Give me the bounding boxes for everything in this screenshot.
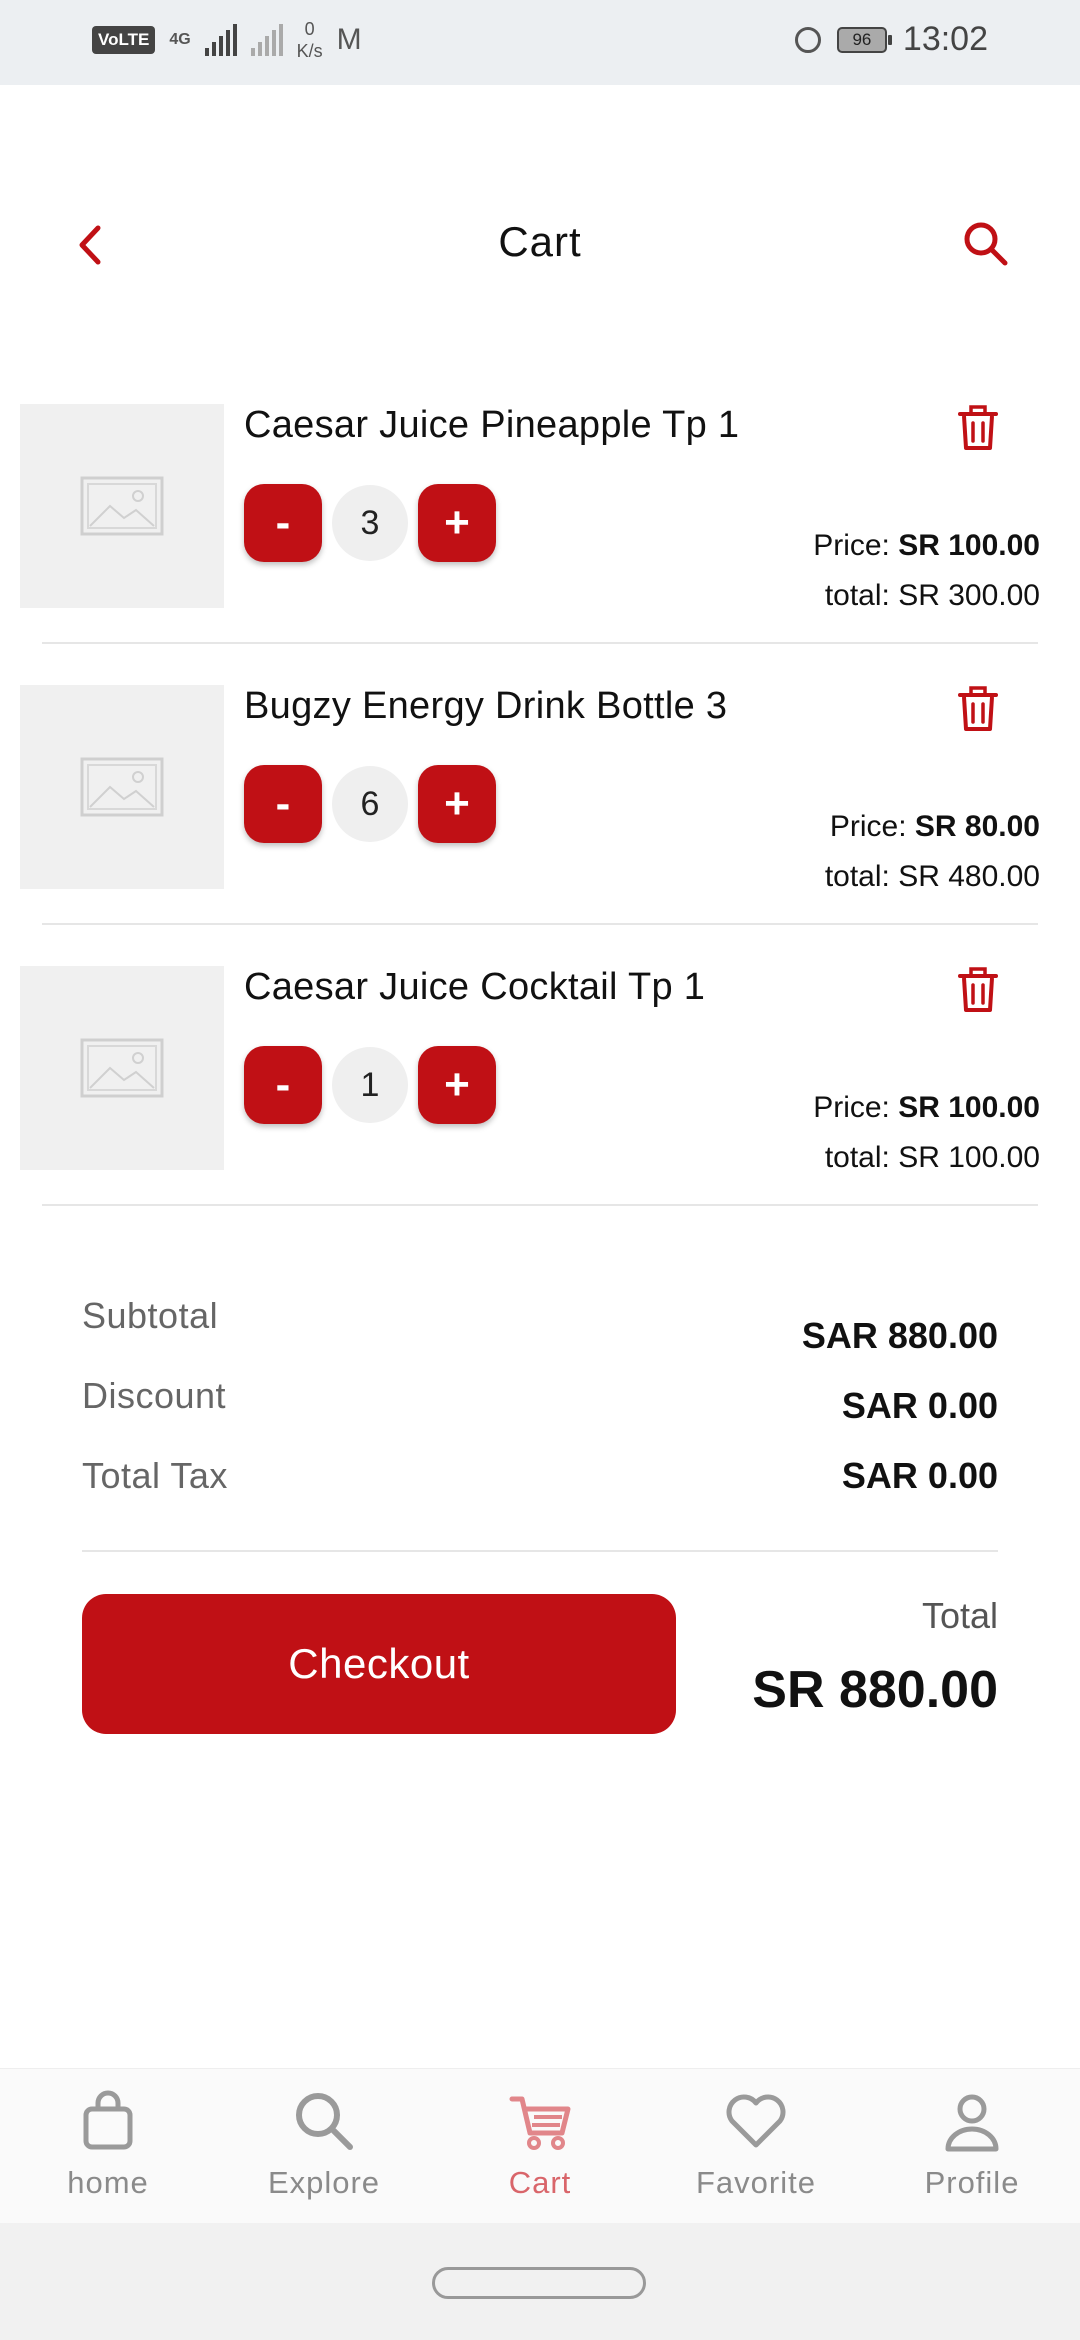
summary-divider — [82, 1550, 998, 1552]
decrease-qty-button[interactable]: - — [244, 484, 322, 562]
trash-icon[interactable] — [956, 966, 1000, 1014]
qty-value: 1 — [332, 1047, 408, 1123]
grand-total-value: SR 880.00 — [752, 1661, 998, 1719]
product-name: Caesar Juice Pineapple Tp 1 — [244, 404, 740, 446]
total-label: total: — [824, 860, 890, 893]
line-total-row: total: SR 480.00 — [825, 860, 1040, 894]
cart-icon — [509, 2096, 571, 2150]
bottom-nav: home Explore Cart Favorite Profile — [0, 2068, 1080, 2224]
price-label: Price: — [813, 529, 890, 562]
cart-item: Caesar Juice Pineapple Tp 1 - 3 + Price:… — [20, 404, 1040, 634]
price-row: Price: SR 100.00 — [813, 1091, 1040, 1125]
increase-qty-button[interactable]: + — [418, 1046, 496, 1124]
status-time: 13:02 — [902, 20, 988, 58]
decrease-qty-button[interactable]: - — [244, 765, 322, 843]
nav-label-cart: Cart — [508, 2165, 572, 2200]
image-placeholder-icon — [80, 476, 164, 536]
image-placeholder-icon — [80, 757, 164, 817]
subtotal-label: Subtotal — [82, 1295, 219, 1336]
speed-unit: K/s — [296, 41, 323, 61]
cart-item: Caesar Juice Cocktail Tp 1 - 1 + Price: … — [20, 966, 1040, 1196]
trash-icon[interactable] — [956, 685, 1000, 733]
nav-explore[interactable]: Explore — [216, 2069, 432, 2224]
quantity-stepper: - 6 + — [244, 765, 496, 843]
tax-label: Total Tax — [82, 1455, 228, 1496]
divider — [42, 923, 1038, 925]
signal-icon — [204, 24, 237, 56]
status-bar: VoLTE 4G 0 K/s M 96 13:02 — [0, 0, 1080, 85]
total-value: SR 100.00 — [898, 1141, 1040, 1174]
nav-label-profile: Profile — [924, 2165, 1020, 2200]
battery-icon: 96 — [836, 26, 892, 53]
price-value: SR 100.00 — [898, 1091, 1040, 1124]
bag-icon — [83, 2090, 133, 2150]
system-gesture-bar — [0, 2223, 1080, 2340]
status-right: 96 13:02 — [794, 20, 988, 59]
price-label: Price: — [829, 810, 907, 843]
volte-badge: VoLTE — [92, 26, 156, 54]
line-total-row: total: SR 100.00 — [825, 1141, 1040, 1175]
total-value: SR 480.00 — [898, 860, 1040, 893]
nav-home[interactable]: home — [0, 2069, 216, 2224]
total-value: SR 300.00 — [898, 579, 1040, 612]
product-image-placeholder — [20, 404, 224, 608]
line-total-row: total: SR 300.00 — [825, 579, 1040, 613]
subtotal-value: SAR 880.00 — [801, 1315, 998, 1356]
discount-value: SAR 0.00 — [841, 1385, 998, 1426]
signal-2-icon — [250, 24, 283, 56]
alarm-icon — [794, 26, 821, 53]
decrease-qty-button[interactable]: - — [244, 1046, 322, 1124]
qty-value: 6 — [332, 766, 408, 842]
search-icon — [296, 2093, 353, 2150]
product-name: Bugzy Energy Drink Bottle 3 — [244, 685, 728, 727]
divider — [42, 1204, 1038, 1206]
qty-value: 3 — [332, 485, 408, 561]
increase-qty-button[interactable]: + — [418, 484, 496, 562]
product-name: Caesar Juice Cocktail Tp 1 — [244, 966, 706, 1008]
image-placeholder-icon — [80, 1038, 164, 1098]
nav-cart[interactable]: Cart — [432, 2069, 648, 2224]
status-left: VoLTE 4G 0 K/s M — [92, 18, 362, 62]
nav-label-favorite: Favorite — [696, 2165, 816, 2200]
product-image-placeholder — [20, 966, 224, 1170]
checkout-button[interactable]: Checkout — [82, 1594, 676, 1734]
nav-profile[interactable]: Profile — [864, 2069, 1080, 2224]
price-label: Price: — [813, 1091, 890, 1124]
trash-icon[interactable] — [956, 404, 1000, 452]
total-label: total: — [824, 1141, 890, 1174]
page-title: Cart — [498, 218, 582, 265]
total-label: total: — [824, 579, 890, 612]
gmail-icon: M — [336, 23, 362, 56]
quantity-stepper: - 1 + — [244, 1046, 496, 1124]
network-type: 4G — [169, 31, 191, 48]
quantity-stepper: - 3 + — [244, 484, 496, 562]
network-speed: 0 K/s — [297, 18, 323, 62]
price-row: Price: SR 100.00 — [813, 529, 1040, 563]
search-icon[interactable] — [960, 218, 1012, 270]
user-icon — [945, 2094, 999, 2152]
nav-label-home: home — [67, 2165, 149, 2200]
tax-value: SAR 0.00 — [841, 1455, 998, 1496]
grand-total-label: Total — [921, 1595, 998, 1636]
home-indicator[interactable] — [432, 2267, 646, 2299]
nav-favorite[interactable]: Favorite — [648, 2069, 864, 2224]
nav-label-explore: Explore — [267, 2165, 381, 2200]
app-header: Cart — [0, 200, 1080, 290]
increase-qty-button[interactable]: + — [418, 765, 496, 843]
price-value: SR 80.00 — [914, 810, 1040, 843]
discount-label: Discount — [82, 1375, 227, 1416]
cart-item: Bugzy Energy Drink Bottle 3 - 6 + Price:… — [20, 685, 1040, 915]
heart-icon — [726, 2094, 786, 2148]
speed-value: 0 — [304, 19, 315, 39]
divider — [42, 642, 1038, 644]
product-image-placeholder — [20, 685, 224, 889]
price-value: SR 100.00 — [898, 529, 1040, 562]
price-row: Price: SR 80.00 — [830, 810, 1040, 844]
